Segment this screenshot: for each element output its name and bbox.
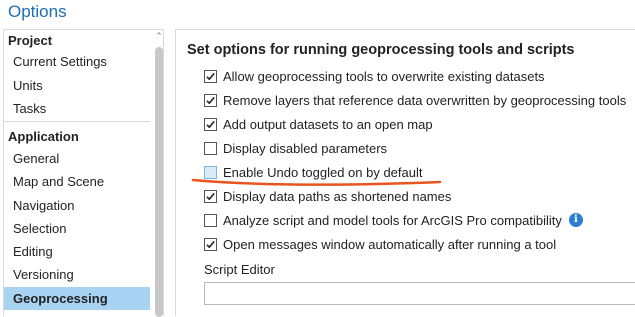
sidebar-item-versioning[interactable]: Versioning <box>4 263 150 286</box>
geoprocessing-options-panel: Set options for running geoprocessing to… <box>175 29 635 316</box>
sidebar-item-geoprocessing[interactable]: Geoprocessing <box>4 287 150 310</box>
checkmark-icon <box>206 96 215 104</box>
sidebar-scrollbar[interactable]: ⌃ <box>153 30 164 317</box>
option-row[interactable]: Add output datasets to an open map <box>204 114 433 134</box>
option-row[interactable]: Analyze script and model tools for ArcGI… <box>204 210 583 230</box>
option-label: Display data paths as shortened names <box>223 188 452 204</box>
script-editor-label: Script Editor <box>204 262 275 277</box>
options-sidebar: Project Current Settings Units Tasks App… <box>3 29 164 317</box>
chevron-up-icon[interactable]: ⌃ <box>154 30 164 42</box>
option-label: Open messages window automatically after… <box>223 236 557 252</box>
option-row[interactable]: Enable Undo toggled on by default <box>204 162 423 182</box>
sidebar-item-current-settings[interactable]: Current Settings <box>4 50 150 73</box>
sidebar-group-application: Application <box>8 129 79 144</box>
option-label: Display disabled parameters <box>223 140 388 156</box>
sidebar-item-selection[interactable]: Selection <box>4 217 150 240</box>
option-row[interactable]: Display data paths as shortened names <box>204 186 451 206</box>
script-editor-input[interactable] <box>204 282 635 305</box>
option-checkbox[interactable] <box>204 69 217 83</box>
option-row[interactable]: Allow geoprocessing tools to overwrite e… <box>204 66 545 86</box>
section-heading: Set options for running geoprocessing to… <box>187 42 575 58</box>
sidebar-item-units[interactable]: Units <box>4 74 150 97</box>
option-label: Analyze script and model tools for ArcGI… <box>223 212 562 228</box>
option-checkbox[interactable] <box>204 189 217 203</box>
option-checkbox[interactable] <box>204 165 217 179</box>
option-row[interactable]: Display disabled parameters <box>204 138 387 158</box>
sidebar-item-navigation[interactable]: Navigation <box>4 194 150 217</box>
sidebar-item-map-and-scene[interactable]: Map and Scene <box>4 170 150 193</box>
option-checkbox[interactable] <box>204 213 217 227</box>
option-label: Allow geoprocessing tools to overwrite e… <box>223 68 545 84</box>
info-icon[interactable]: i <box>568 213 583 227</box>
option-checkbox[interactable] <box>204 237 217 251</box>
option-label: Add output datasets to an open map <box>223 116 433 132</box>
sidebar-item-general[interactable]: General <box>4 147 150 170</box>
option-row[interactable]: Remove layers that reference data overwr… <box>204 90 626 110</box>
checkmark-icon <box>206 72 215 80</box>
sidebar-item-tasks[interactable]: Tasks <box>4 97 150 120</box>
sidebar-group-label: Application <box>8 129 79 144</box>
option-label: Remove layers that reference data overwr… <box>223 92 627 108</box>
checkmark-icon <box>206 240 215 248</box>
option-checkbox[interactable] <box>204 117 217 131</box>
checkmark-icon <box>206 192 215 200</box>
option-label: Enable Undo toggled on by default <box>223 164 423 180</box>
option-row[interactable]: Open messages window automatically after… <box>204 234 556 254</box>
window-title: Options <box>8 2 67 21</box>
sidebar-divider <box>4 121 150 122</box>
checkmark-icon <box>206 120 215 128</box>
sidebar-group-project: Project <box>8 33 52 48</box>
option-checkbox[interactable] <box>204 141 217 155</box>
option-checkbox[interactable] <box>204 93 217 107</box>
sidebar-group-label: Project <box>8 33 53 48</box>
scrollbar-thumb[interactable] <box>155 47 163 317</box>
sidebar-item-editing[interactable]: Editing <box>4 240 150 263</box>
